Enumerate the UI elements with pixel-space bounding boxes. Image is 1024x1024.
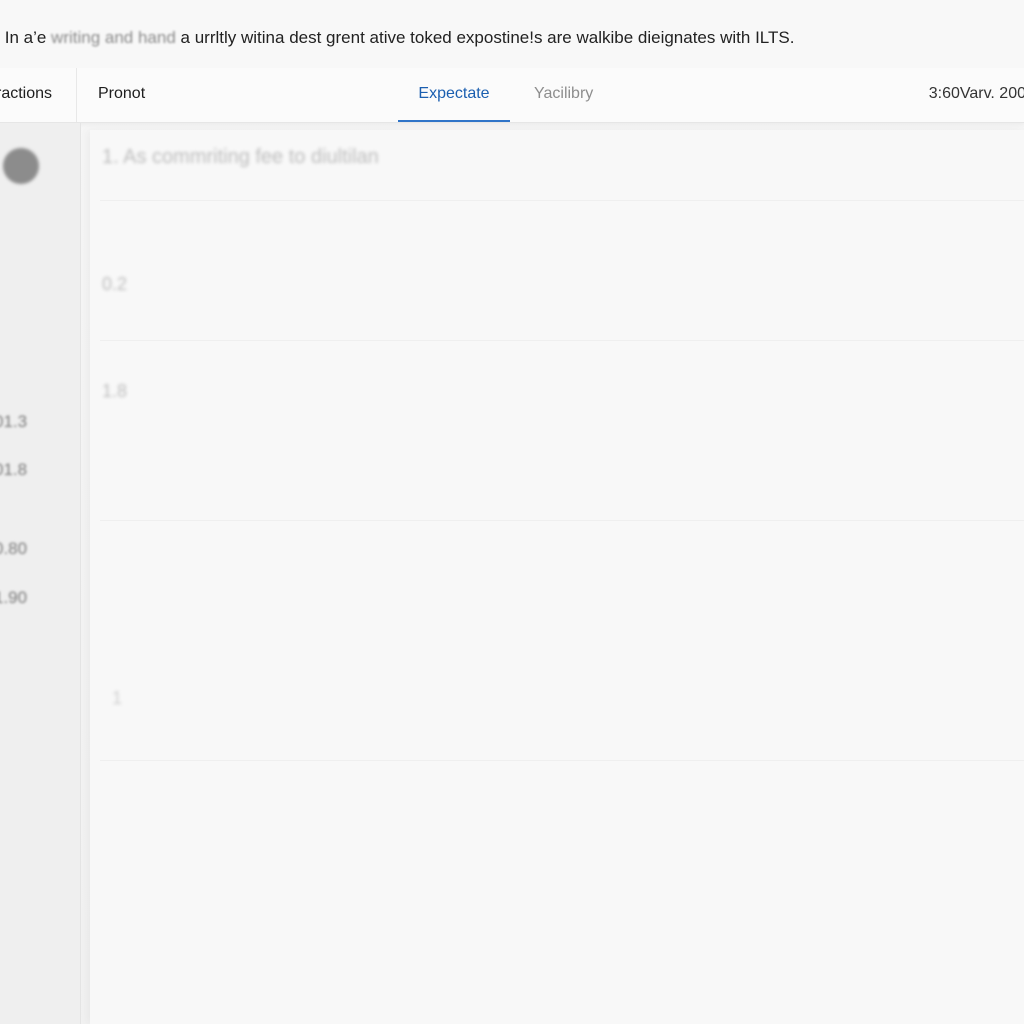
divider [100,520,1024,521]
number-badge-icon[interactable] [3,148,39,184]
app-window: In a’e writing and hand a urrltly witina… [0,0,1024,1024]
sidebar-value: 01.3 [0,412,28,431]
content-value: 0.2 [102,274,128,294]
divider [100,200,1024,201]
tab-fractions[interactable]: ractions [0,68,52,122]
sidebar-value: 01.8 [0,460,28,479]
question-heading: 1. As commriting fee to diultilan [102,146,379,168]
sidebar: 01.3 01.8 0.80 1.90 [0,123,81,1024]
tab-yacilibry[interactable]: Yacilibry [534,68,593,122]
tab-expectate[interactable]: Expectate [398,68,510,122]
tab-divider [76,68,77,122]
instruction-faded-words: writing and hand [51,28,176,47]
instruction-body: a urrltly witina dest grent ative toked … [180,28,795,47]
status-time: 3:60Varv. 200 [928,85,1024,102]
divider [100,760,1024,761]
content-value: 1.8 [102,381,128,401]
sidebar-value: 1.90 [0,588,28,607]
tab-bar: ractions Pronot Expectate Yacilibry 3:60… [0,68,1024,123]
divider [100,340,1024,341]
instruction-prefix: In a’e [0,28,47,47]
tab-pronot[interactable]: Pronot [98,68,145,122]
instruction-banner: In a’e writing and hand a urrltly witina… [0,0,1024,69]
sidebar-value: 0.80 [0,539,28,558]
main-content [90,130,1024,1024]
instruction-text: In a’e writing and hand a urrltly witina… [0,28,795,48]
content-value: 1 [112,688,123,708]
